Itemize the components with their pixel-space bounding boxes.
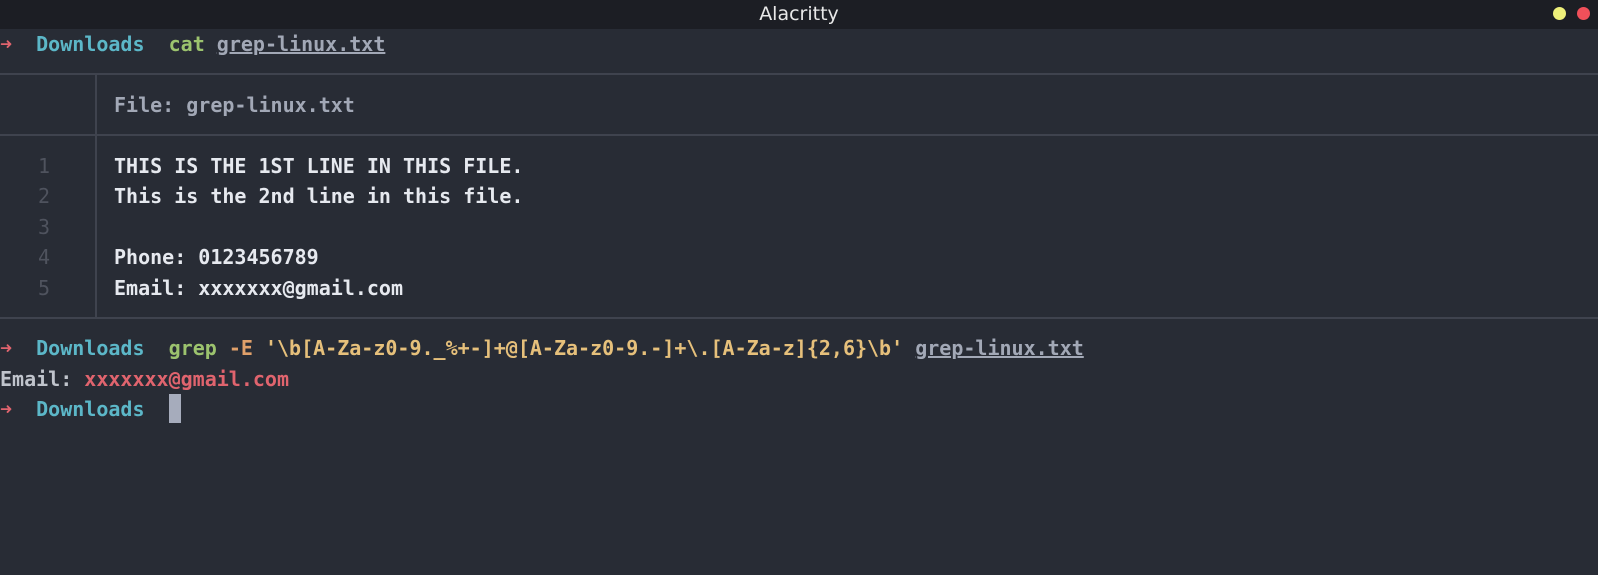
prompt-directory: Downloads: [36, 32, 145, 56]
text-cursor[interactable]: [168, 394, 181, 423]
output-match: xxxxxxx@gmail.com: [84, 367, 289, 391]
prompt-directory: Downloads: [36, 397, 145, 421]
line-number: 2: [37, 184, 50, 208]
bat-header-rule: [0, 134, 1598, 136]
close-button[interactable]: [1577, 7, 1590, 20]
prompt-arrow-icon: ➜: [0, 336, 13, 360]
prompt-line: ➜ Downloads cat grep-linux.txt: [0, 29, 385, 60]
command-file-argument: grep-linux.txt: [216, 32, 386, 56]
prompt-line: ➜ Downloads: [0, 394, 181, 425]
bat-line-gutter: [95, 136, 97, 317]
line-number: 3: [37, 215, 50, 239]
output-label: Email:: [0, 367, 85, 391]
command-pattern: '\b[A-Za-z0-9._%+-]+@[A-Za-z0-9.-]+\.[A-…: [264, 336, 904, 360]
file-line: Email: xxxxxxx@gmail.com: [114, 276, 403, 300]
file-line: This is the 2nd line in this file.: [114, 184, 524, 208]
bat-file-header: File: grep-linux.txt: [114, 93, 355, 117]
grep-output-line: Email: xxxxxxx@gmail.com: [0, 364, 289, 395]
line-number: 4: [37, 245, 50, 269]
prompt-arrow-icon: ➜: [0, 397, 13, 421]
minimize-button[interactable]: [1553, 7, 1566, 20]
file-line: THIS IS THE 1ST LINE IN THIS FILE.: [114, 154, 524, 178]
prompt-line: ➜ Downloads grep -E '\b[A-Za-z0-9._%+-]+…: [0, 333, 1084, 364]
bat-bottom-rule: [0, 317, 1598, 319]
prompt-directory: Downloads: [36, 336, 145, 360]
bat-header-gutter: [95, 75, 97, 135]
command-flag: -E: [228, 336, 253, 360]
title-bar: Alacritty: [0, 0, 1598, 29]
command-program: cat: [168, 32, 205, 56]
command-program: grep: [168, 336, 217, 360]
bat-top-rule: [0, 73, 1598, 75]
prompt-arrow-icon: ➜: [0, 32, 13, 56]
file-line: Phone: 0123456789: [114, 245, 319, 269]
line-number: 5: [37, 276, 50, 300]
terminal-area[interactable]: ➜ Downloads cat grep-linux.txt File: gre…: [0, 29, 1598, 575]
window-title: Alacritty: [759, 3, 839, 25]
command-file-argument: grep-linux.txt: [915, 336, 1084, 360]
line-number: 1: [37, 154, 50, 178]
